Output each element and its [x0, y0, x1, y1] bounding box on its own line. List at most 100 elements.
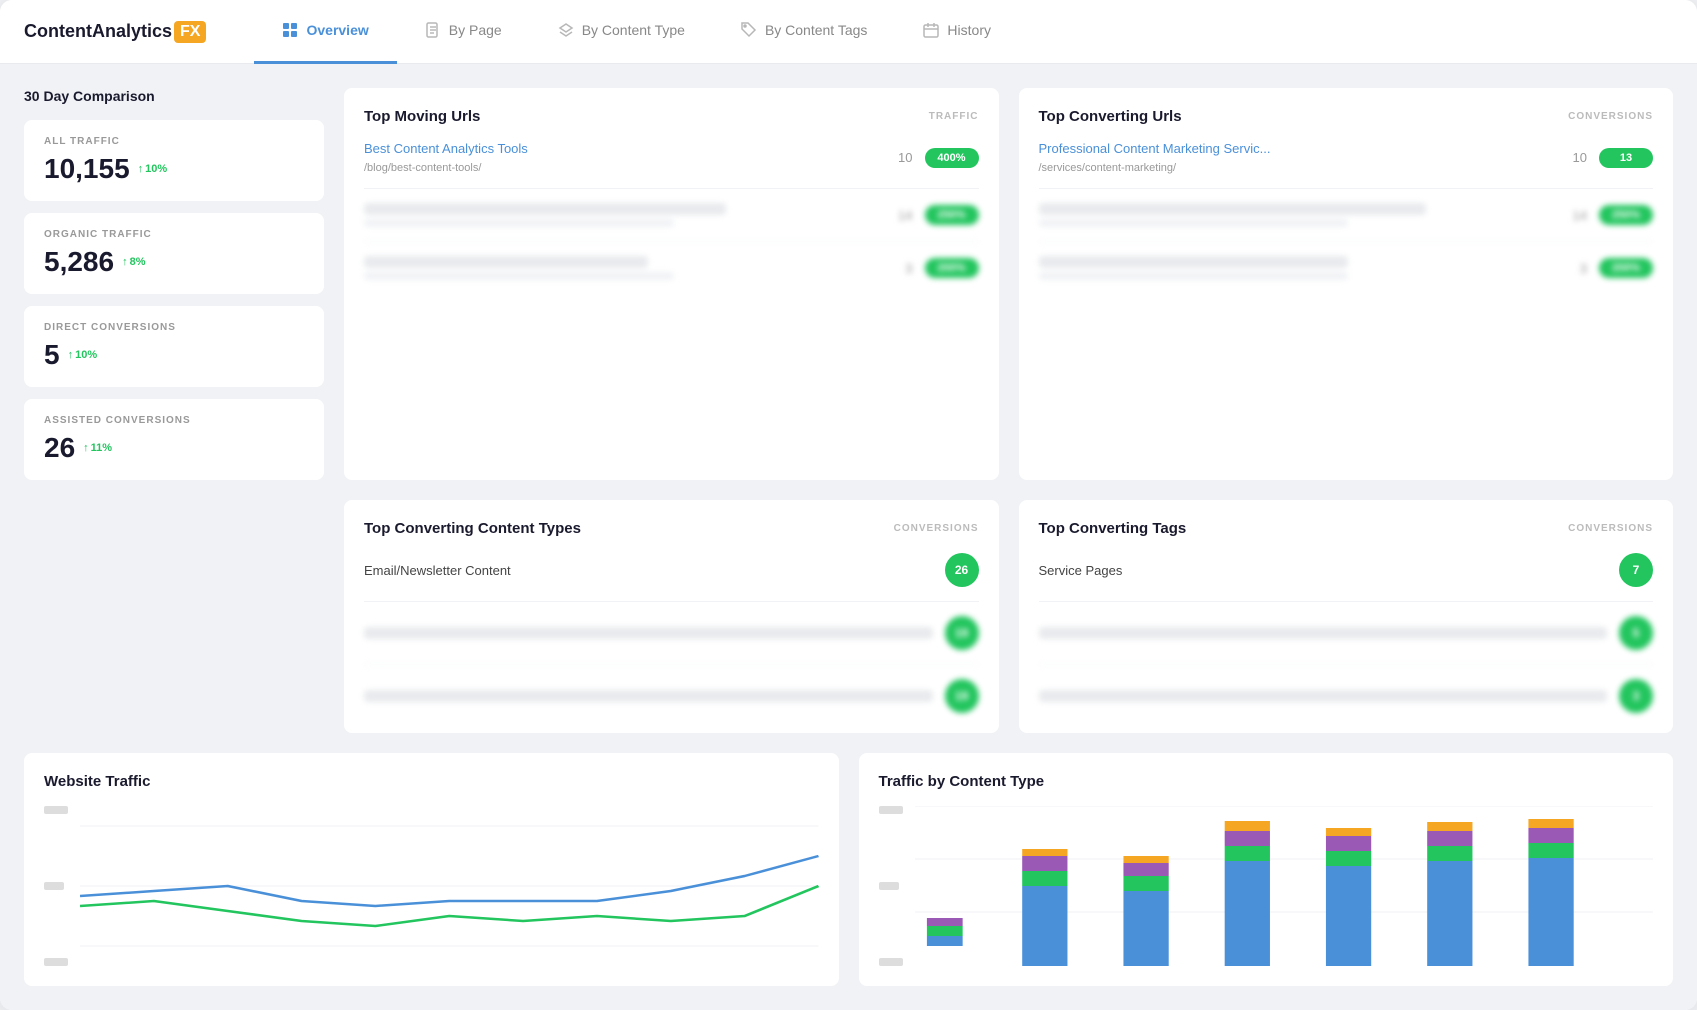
url-badge-3: 200%	[925, 258, 979, 278]
url-link-1[interactable]: Best Content Analytics Tools	[364, 141, 881, 156]
stat-badge-assisted-conversions: 11%	[83, 442, 112, 454]
stats-section-title: 30 Day Comparison	[24, 88, 324, 104]
tag-badge-3: 3	[1619, 679, 1653, 713]
url-badge-2: 250%	[925, 205, 979, 225]
bar-y-axis	[879, 806, 911, 966]
bar-y-label-1	[879, 806, 903, 814]
url-info-1: Best Content Analytics Tools /blog/best-…	[364, 141, 881, 174]
content-type-row-1: Email/Newsletter Content 26	[364, 553, 979, 602]
conv-url-badge-3: 200%	[1599, 258, 1653, 278]
logo-fx: FX	[174, 21, 206, 43]
content-type-name-1: Email/Newsletter Content	[364, 563, 933, 578]
calendar-icon	[923, 22, 939, 38]
conv-url-info-3	[1039, 256, 1556, 280]
url-num-3: 3	[893, 261, 913, 276]
y-label-3	[44, 958, 68, 966]
grid-icon	[282, 22, 298, 38]
y-label-2	[44, 882, 64, 890]
url-info-3	[364, 256, 881, 280]
nav-item-history[interactable]: History	[895, 0, 1019, 64]
bar-y-label-2	[879, 882, 899, 890]
nav-item-by-content-type[interactable]: By Content Type	[530, 0, 713, 64]
stat-value-organic-traffic: 5,286 8%	[44, 246, 304, 278]
conv-url-path-1: /services/content-marketing/	[1039, 162, 1177, 174]
stat-label-assisted-conversions: ASSISTED CONVERSIONS	[44, 415, 304, 426]
top-converting-urls-header: Top Converting Urls CONVERSIONS	[1039, 108, 1654, 125]
tag-row-1: Service Pages 7	[1039, 553, 1654, 602]
conv-url-info-2	[1039, 203, 1556, 227]
stat-label-direct-conversions: DIRECT CONVERSIONS	[44, 322, 304, 333]
line-chart-area	[44, 806, 819, 966]
content-types-subtitle: CONVERSIONS	[894, 523, 979, 534]
nav-label-history: History	[947, 22, 991, 38]
top-row: 30 Day Comparison ALL TRAFFIC 10,155 10%…	[24, 88, 1673, 480]
content-type-badge-2: 19	[945, 616, 979, 650]
stat-card-direct-conversions: DIRECT CONVERSIONS 5 10%	[24, 306, 324, 387]
top-converting-content-types-card: Top Converting Content Types CONVERSIONS…	[344, 500, 999, 733]
top-converting-urls-card: Top Converting Urls CONVERSIONS Professi…	[1019, 88, 1674, 480]
conv-url-num-1: 10	[1567, 150, 1587, 165]
content-type-badge-1: 26	[945, 553, 979, 587]
url-num-1: 10	[893, 150, 913, 165]
stat-label-all-traffic: ALL TRAFFIC	[44, 136, 304, 147]
tag-badge-2: 5	[1619, 616, 1653, 650]
app-container: ContentAnalyticsFX Overview By Page By C…	[0, 0, 1697, 1010]
conv-url-row-1: Professional Content Marketing Servic...…	[1039, 141, 1654, 189]
main-content: 30 Day Comparison ALL TRAFFIC 10,155 10%…	[0, 64, 1697, 1010]
conv-url-link-1[interactable]: Professional Content Marketing Servic...	[1039, 141, 1556, 156]
tag-row-3: 3	[1039, 679, 1654, 713]
content-type-badge-3: 19	[945, 679, 979, 713]
stat-value-direct-conversions: 5 10%	[44, 339, 304, 371]
url-badge-1: 400%	[925, 148, 979, 168]
traffic-by-content-type-card: Traffic by Content Type	[859, 753, 1674, 986]
url-info-2	[364, 203, 881, 227]
conv-url-badge-2: 250%	[1599, 205, 1653, 225]
logo-text: ContentAnalytics	[24, 21, 172, 42]
stats-panel: 30 Day Comparison ALL TRAFFIC 10,155 10%…	[24, 88, 324, 480]
logo: ContentAnalyticsFX	[24, 21, 206, 43]
nav-label-by-content-type: By Content Type	[582, 22, 685, 38]
file-icon	[425, 22, 441, 38]
conv-url-row-3: 3 200%	[1039, 256, 1654, 280]
conv-url-num-3: 3	[1567, 261, 1587, 276]
stat-badge-direct-conversions: 10%	[68, 349, 98, 361]
conv-url-badge-1: 13	[1599, 148, 1653, 168]
bottom-row: Website Traffic	[24, 753, 1673, 986]
url-row-2: 14 250%	[364, 203, 979, 242]
tag-badge-1: 7	[1619, 553, 1653, 587]
stat-card-assisted-conversions: ASSISTED CONVERSIONS 26 11%	[24, 399, 324, 480]
nav-item-by-page[interactable]: By Page	[397, 0, 530, 64]
y-label-1	[44, 806, 68, 814]
url-path-1: /blog/best-content-tools/	[364, 162, 481, 174]
top-moving-urls-subtitle: TRAFFIC	[929, 111, 979, 122]
content-type-row-3: 19	[364, 679, 979, 713]
tag-icon	[741, 22, 757, 38]
header: ContentAnalyticsFX Overview By Page By C…	[0, 0, 1697, 64]
stat-badge-all-traffic: 10%	[138, 163, 168, 175]
tags-title: Top Converting Tags	[1039, 520, 1187, 537]
layers-icon	[558, 22, 574, 38]
top-converting-tags-card: Top Converting Tags CONVERSIONS Service …	[1019, 500, 1674, 733]
stat-value-assisted-conversions: 26 11%	[44, 432, 304, 464]
nav-item-by-content-tags[interactable]: By Content Tags	[713, 0, 895, 64]
conv-url-info-1: Professional Content Marketing Servic...…	[1039, 141, 1556, 174]
url-row-1: Best Content Analytics Tools /blog/best-…	[364, 141, 979, 189]
bar-chart-area	[879, 806, 1654, 966]
top-converting-urls-subtitle: CONVERSIONS	[1568, 111, 1653, 122]
nav-label-by-page: By Page	[449, 22, 502, 38]
url-num-2: 14	[893, 208, 913, 223]
bar-chart-svg	[915, 806, 1654, 966]
nav-label-by-content-tags: By Content Tags	[765, 22, 867, 38]
tag-row-2: 5	[1039, 616, 1654, 665]
stat-card-all-traffic: ALL TRAFFIC 10,155 10%	[24, 120, 324, 201]
middle-row: Top Converting Content Types CONVERSIONS…	[24, 500, 1673, 733]
nav: Overview By Page By Content Type By Cont…	[254, 0, 1019, 64]
stat-label-organic-traffic: ORGANIC TRAFFIC	[44, 229, 304, 240]
nav-item-overview[interactable]: Overview	[254, 0, 396, 64]
conv-url-row-2: 14 250%	[1039, 203, 1654, 242]
tags-subtitle: CONVERSIONS	[1568, 523, 1653, 534]
y-axis	[44, 806, 76, 966]
website-traffic-title: Website Traffic	[44, 773, 819, 790]
tag-name-1: Service Pages	[1039, 563, 1608, 578]
content-types-title: Top Converting Content Types	[364, 520, 581, 537]
